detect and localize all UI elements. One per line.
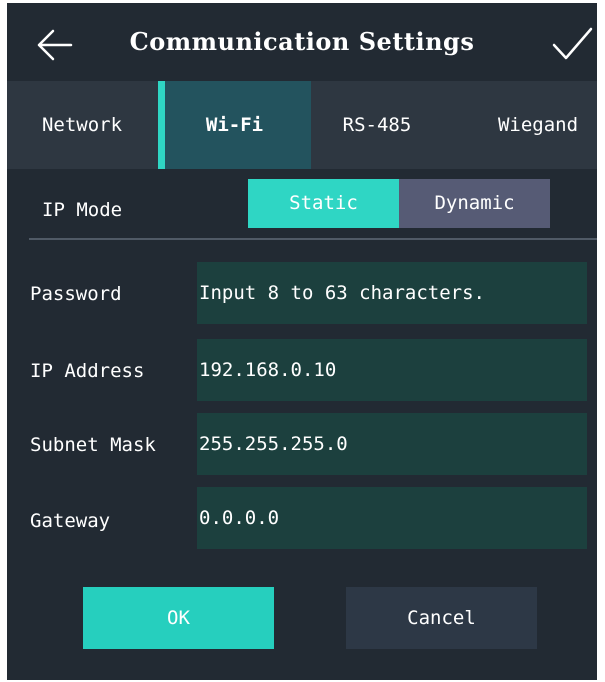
tab-wifi[interactable]: Wi-Fi <box>158 81 311 169</box>
confirm-button[interactable] <box>551 25 593 65</box>
tab-wiegand[interactable]: Wiegand <box>479 81 597 169</box>
tab-wifi-label: Wi-Fi <box>205 114 264 136</box>
ok-button[interactable]: OK <box>83 587 274 649</box>
ip-address-field[interactable]: 192.168.0.10 <box>197 339 587 401</box>
ip-mode-dynamic-option[interactable]: Dynamic <box>399 179 550 228</box>
divider <box>29 238 597 240</box>
tab-rs485[interactable]: RS-485 <box>317 81 437 169</box>
ip-mode-label: IP Mode <box>42 199 123 221</box>
subnet-mask-label: Subnet Mask <box>30 434 156 456</box>
ip-mode-static-option[interactable]: Static <box>248 179 399 228</box>
cancel-button[interactable]: Cancel <box>346 587 537 649</box>
communication-settings-screen: Communication Settings Network Wi-Fi RS-… <box>7 3 597 680</box>
password-label: Password <box>30 283 122 305</box>
password-field[interactable]: Input 8 to 63 characters. <box>197 262 587 324</box>
gateway-label: Gateway <box>30 510 111 532</box>
page-title: Communication Settings <box>129 27 475 56</box>
tab-network[interactable]: Network <box>7 81 157 169</box>
tab-bar: Network Wi-Fi RS-485 Wiegand <box>7 81 597 169</box>
ip-mode-toggle: Static Dynamic <box>248 179 550 228</box>
header-bar: Communication Settings <box>7 3 597 81</box>
gateway-field[interactable]: 0.0.0.0 <box>197 487 587 549</box>
subnet-mask-field[interactable]: 255.255.255.0 <box>197 413 587 475</box>
ip-address-label: IP Address <box>30 360 145 382</box>
checkmark-icon <box>552 27 593 60</box>
